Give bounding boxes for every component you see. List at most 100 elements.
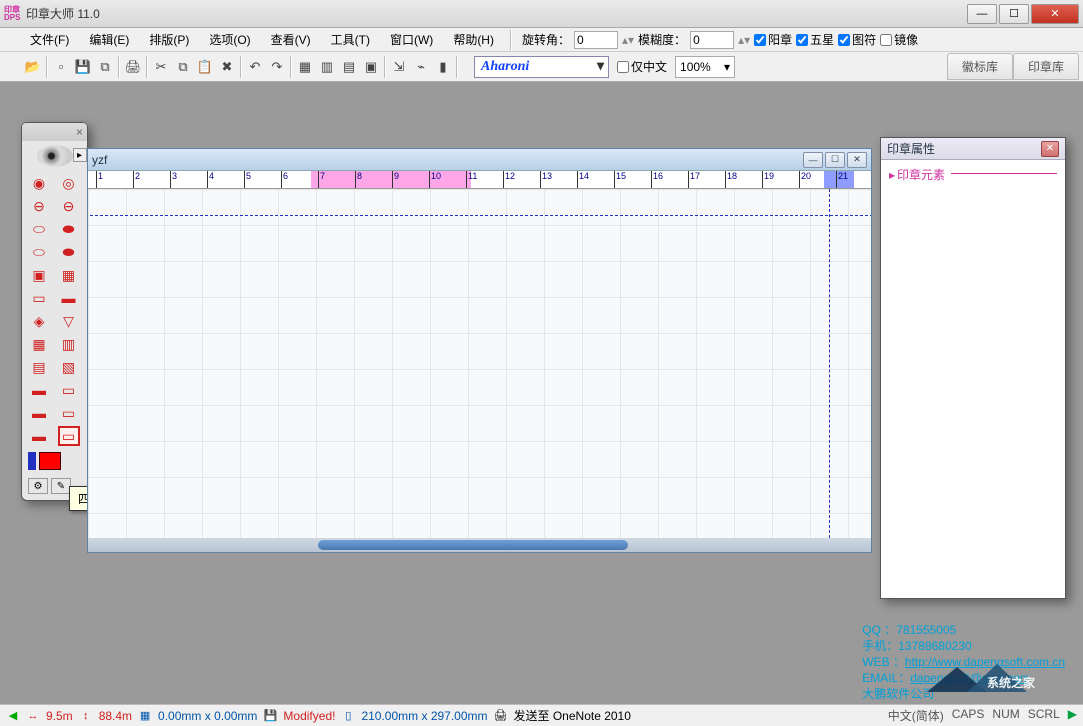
seal-rect-2-icon[interactable]: ▬	[58, 288, 80, 308]
seal-grid-2-icon[interactable]: ▥	[58, 334, 80, 354]
roller-icon[interactable]: ⌁	[410, 56, 432, 78]
blur-input[interactable]	[690, 31, 734, 49]
window-close-button[interactable]: ✕	[1031, 4, 1079, 24]
grid4-icon[interactable]: ▣	[360, 56, 382, 78]
seal-oval-3-icon[interactable]: ⬭	[28, 242, 50, 262]
seal-circle-2-icon[interactable]: ◎	[58, 173, 80, 193]
status-back-icon[interactable]: ◀	[6, 709, 20, 723]
properties-close-button[interactable]: ✕	[1041, 141, 1059, 157]
menu-tools[interactable]: 工具(T)	[323, 29, 378, 50]
page-guide-right	[829, 189, 830, 538]
status-forward-icon[interactable]: ▶	[1068, 707, 1077, 724]
title-bar: 印章 DPS 印章大师 11.0 — ☐ ✕	[0, 0, 1083, 28]
status-ime: 中文(简体)	[888, 707, 944, 724]
seal-bar-4-icon[interactable]: ▭	[58, 403, 80, 423]
horizontal-ruler[interactable]: 123456789101112131415161718192021	[88, 171, 871, 189]
window-minimize-button[interactable]: —	[967, 4, 997, 24]
seal-triangle-icon[interactable]: ▽	[58, 311, 80, 331]
swatch-red[interactable]	[39, 452, 61, 470]
horizontal-scrollbar[interactable]	[88, 538, 871, 552]
seal-diamond-icon[interactable]: ◈	[28, 311, 50, 331]
redo-icon[interactable]: ↷	[266, 56, 288, 78]
tab-logo-library[interactable]: 徽标库	[947, 53, 1013, 80]
seal-oval-2-icon[interactable]: ⬬	[58, 219, 80, 239]
seal-flat-1-icon[interactable]: ▬	[28, 426, 50, 446]
grid-icon[interactable]: ▦	[294, 56, 316, 78]
seal-square-2-icon[interactable]: ▦	[58, 265, 80, 285]
grid3-icon[interactable]: ▤	[338, 56, 360, 78]
eye-icon[interactable]	[37, 145, 73, 167]
menu-options[interactable]: 选项(O)	[201, 29, 258, 50]
check-symbol[interactable]: 图符	[838, 31, 876, 48]
check-star[interactable]: 五星	[796, 31, 834, 48]
document-canvas[interactable]	[88, 189, 871, 538]
palette-grip[interactable]: ×	[22, 123, 87, 141]
status-num: NUM	[992, 707, 1019, 724]
open-icon[interactable]: 📂	[22, 56, 44, 78]
seal-minus-1-icon[interactable]: ⊖	[28, 196, 50, 216]
library-icon[interactable]: ▮	[432, 56, 454, 78]
saveas-icon[interactable]: ⧉	[94, 56, 116, 78]
check-yang[interactable]: 阳章	[754, 31, 792, 48]
status-scrl: SCRL	[1028, 707, 1060, 724]
seal-oval-4-icon[interactable]: ⬬	[58, 242, 80, 262]
seal-bar-3-icon[interactable]: ▬	[28, 403, 50, 423]
status-x-value: 9.5m	[46, 709, 73, 723]
cut-icon[interactable]: ✂	[150, 56, 172, 78]
seal-minus-2-icon[interactable]: ⊖	[58, 196, 80, 216]
menu-edit[interactable]: 编辑(E)	[81, 29, 137, 50]
check-cn-only[interactable]: 仅中文	[617, 58, 667, 75]
delete-icon[interactable]: ✖	[216, 56, 238, 78]
properties-panel[interactable]: 印章属性 ✕ 印章元素	[880, 137, 1066, 599]
document-titlebar[interactable]: yzf — ☐ ✕	[88, 149, 871, 171]
app-title: 印章大师 11.0	[26, 5, 965, 22]
contact-email-link[interactable]: dapengsoft@sina.com	[910, 671, 1030, 685]
export-icon[interactable]: ⇲	[388, 56, 410, 78]
zoom-combo[interactable]: 100%	[675, 56, 735, 78]
doc-minimize-button[interactable]: —	[803, 152, 823, 168]
menu-bar: 文件(F) 编辑(E) 排版(P) 选项(O) 查看(V) 工具(T) 窗口(W…	[0, 28, 1083, 52]
tools-palette[interactable]: × ◉ ◎ ⊖ ⊖ ⬭ ⬬ ⬭ ⬬ ▣ ▦ ▭ ▬ ◈ ▽ ▦ ▥ ▤ ▧ ▬ …	[21, 122, 88, 501]
seal-circle-1-icon[interactable]: ◉	[28, 173, 50, 193]
status-save-icon: 💾	[263, 709, 277, 723]
check-mirror[interactable]: 镜像	[880, 31, 918, 48]
print-icon[interactable]: 🖨	[122, 56, 144, 78]
copy-icon[interactable]: ⧉	[172, 56, 194, 78]
seal-square-1-icon[interactable]: ▣	[28, 265, 50, 285]
seal-grid-3-icon[interactable]: ▤	[28, 357, 50, 377]
paste-icon[interactable]: 📋	[194, 56, 216, 78]
app-icon: 印章 DPS	[4, 6, 20, 22]
seal-grid-4-icon[interactable]: ▧	[58, 357, 80, 377]
properties-group-label[interactable]: 印章元素	[889, 166, 945, 183]
window-maximize-button[interactable]: ☐	[999, 4, 1029, 24]
contact-web-link[interactable]: http://www.dapengsoft.com.cn	[905, 655, 1065, 669]
font-combo[interactable]: Aharoni	[474, 56, 609, 78]
palette-pencil-icon[interactable]: ✎	[51, 478, 71, 494]
swatch-blue[interactable]	[28, 452, 36, 470]
status-page-size: 210.00mm x 297.00mm	[361, 709, 487, 723]
grid2-icon[interactable]: ▥	[316, 56, 338, 78]
menu-view[interactable]: 查看(V)	[263, 29, 319, 50]
menu-window[interactable]: 窗口(W)	[382, 29, 441, 50]
seal-flat-4char-icon[interactable]: ▭	[58, 426, 80, 446]
seal-bar-2-icon[interactable]: ▭	[58, 380, 80, 400]
palette-gear-icon[interactable]: ⚙	[28, 478, 48, 494]
status-caps: CAPS	[952, 707, 985, 724]
undo-icon[interactable]: ↶	[244, 56, 266, 78]
status-page-icon: ▯	[341, 709, 355, 723]
seal-grid-1-icon[interactable]: ▦	[28, 334, 50, 354]
menu-file[interactable]: 文件(F)	[22, 29, 77, 50]
doc-close-button[interactable]: ✕	[847, 152, 867, 168]
new-icon[interactable]: ▫	[50, 56, 72, 78]
save-icon[interactable]: 💾	[72, 56, 94, 78]
seal-rect-1-icon[interactable]: ▭	[28, 288, 50, 308]
rotate-input[interactable]	[574, 31, 618, 49]
seal-oval-1-icon[interactable]: ⬭	[28, 219, 50, 239]
status-bar: ◀ ↔ 9.5m ↕ 88.4m ▦ 0.00mm x 0.00mm 💾 Mod…	[0, 704, 1083, 726]
menu-help[interactable]: 帮助(H)	[445, 29, 502, 50]
menu-layout[interactable]: 排版(P)	[141, 29, 197, 50]
status-send-target: 发送至 OneNote 2010	[514, 707, 631, 724]
tab-seal-library[interactable]: 印章库	[1013, 53, 1079, 80]
doc-maximize-button[interactable]: ☐	[825, 152, 845, 168]
seal-bar-1-icon[interactable]: ▬	[28, 380, 50, 400]
